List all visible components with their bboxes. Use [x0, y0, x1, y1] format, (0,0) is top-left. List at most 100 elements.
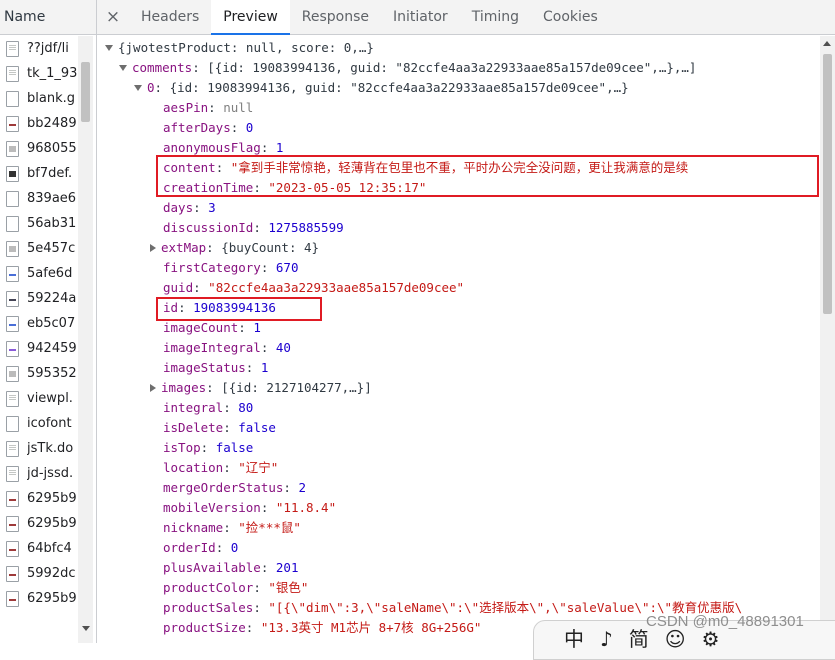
- request-list-item[interactable]: 6295b9: [0, 511, 78, 536]
- preview-scrollbar[interactable]: [820, 36, 835, 643]
- tab-headers[interactable]: Headers: [129, 0, 211, 34]
- request-list-item[interactable]: ??jdf/li: [0, 36, 78, 61]
- tab-preview[interactable]: Preview: [211, 0, 290, 35]
- request-list-item[interactable]: 595352: [0, 361, 78, 386]
- expand-triangle-icon[interactable]: [105, 44, 113, 51]
- ime-punctuation-icon[interactable]: ♪: [600, 627, 613, 651]
- tree-row-plusAvailable[interactable]: plusAvailable: 201: [163, 558, 298, 578]
- request-list-scroll-thumb[interactable]: [81, 62, 90, 122]
- request-list-item[interactable]: 968055: [0, 136, 78, 161]
- ime-simplified-icon[interactable]: 简: [629, 627, 649, 651]
- request-list-item[interactable]: icofont: [0, 411, 78, 436]
- request-list-item[interactable]: bb2489: [0, 111, 78, 136]
- tab-initiator[interactable]: Initiator: [381, 0, 460, 34]
- tree-row-images[interactable]: images: [{id: 2127104277,…}]: [150, 378, 372, 398]
- tab-response[interactable]: Response: [290, 0, 381, 34]
- preview-scroll-thumb[interactable]: [823, 54, 832, 314]
- tree-row-isDelete[interactable]: isDelete: false: [163, 418, 276, 438]
- tree-key: extMap: [161, 240, 207, 255]
- ime-settings-icon[interactable]: ⚙: [702, 627, 720, 651]
- request-list-item[interactable]: 5992dc: [0, 561, 78, 586]
- tree-value: 201: [275, 560, 299, 575]
- ime-emoji-icon[interactable]: ☺: [665, 627, 686, 651]
- request-list-item[interactable]: tk_1_93: [0, 61, 78, 86]
- tree-row-afterDays[interactable]: afterDays: 0: [163, 118, 253, 138]
- request-list-item[interactable]: 56ab31: [0, 211, 78, 236]
- request-name: 64bfc4: [27, 541, 72, 556]
- file-icon: [6, 290, 19, 307]
- tree-row-discussionId[interactable]: discussionId: 1275885599: [163, 218, 344, 238]
- tree-row-productColor[interactable]: productColor: "银色": [163, 578, 308, 598]
- tree-key: content: [163, 160, 216, 175]
- tree-key: firstCategory: [163, 260, 261, 275]
- tree-row-orderId[interactable]: orderId: 0: [163, 538, 238, 558]
- tab-timing[interactable]: Timing: [460, 0, 531, 34]
- tree-key: comments: [132, 60, 193, 75]
- tree-row-extMap[interactable]: extMap: {buyCount: 4}: [150, 238, 319, 258]
- expand-triangle-icon[interactable]: [119, 64, 127, 71]
- request-list-item[interactable]: 839ae6: [0, 186, 78, 211]
- tree-key: productColor: [163, 580, 254, 595]
- request-list-item[interactable]: viewpl.: [0, 386, 78, 411]
- file-icon: [6, 90, 19, 107]
- file-icon: [6, 540, 19, 557]
- tree-row-guid[interactable]: guid: "82ccfe4aa3a22933aae85a157de09cee": [163, 278, 464, 298]
- tree-value: 19083994136: [193, 300, 276, 315]
- request-list-item[interactable]: jd-jssd.: [0, 461, 78, 486]
- file-icon: [6, 140, 19, 157]
- request-list-item[interactable]: 942459: [0, 336, 78, 361]
- close-icon[interactable]: ×: [97, 0, 129, 34]
- collapse-triangle-icon[interactable]: [150, 243, 156, 252]
- tree-row-id[interactable]: id: 19083994136: [163, 298, 276, 318]
- tree-value: 1275885599: [268, 220, 344, 235]
- file-icon: [6, 65, 19, 82]
- request-list-item[interactable]: eb5c07: [0, 311, 78, 336]
- tree-row-aesPin[interactable]: aesPin: null: [163, 98, 253, 118]
- request-list-item[interactable]: 6295b9: [0, 486, 78, 511]
- request-list-scrollbar[interactable]: [78, 36, 93, 643]
- tree-key: nickname: [163, 520, 224, 535]
- tree-row-mergeOrderStatus[interactable]: mergeOrderStatus: 2: [163, 478, 306, 498]
- tree-row-firstCategory[interactable]: firstCategory: 670: [163, 258, 298, 278]
- name-column-header[interactable]: Name: [0, 0, 96, 35]
- request-name: tk_1_93: [27, 66, 78, 81]
- request-list-item[interactable]: blank.g: [0, 86, 78, 111]
- tree-row-item-0[interactable]: 0: {id: 19083994136, guid: "82ccfe4aa3a2…: [134, 78, 629, 98]
- tree-row-comments[interactable]: comments: [{id: 19083994136, guid: "82cc…: [119, 58, 696, 78]
- request-list-item[interactable]: 64bfc4: [0, 536, 78, 561]
- scroll-down-arrow-icon[interactable]: [82, 626, 90, 631]
- tree-row-location[interactable]: location: "辽宁": [163, 458, 278, 478]
- tree-value: null: [223, 100, 254, 115]
- file-icon: [6, 490, 19, 507]
- tree-root-row[interactable]: {jwotestProduct: null, score: 0,…}: [105, 38, 374, 58]
- tree-key: productSize: [163, 620, 246, 635]
- tree-row-imageCount[interactable]: imageCount: 1: [163, 318, 261, 338]
- tree-value: "辽宁": [238, 460, 279, 475]
- tree-row-imageIntegral[interactable]: imageIntegral: 40: [163, 338, 291, 358]
- file-icon: [6, 590, 19, 607]
- request-list-item[interactable]: bf7def.: [0, 161, 78, 186]
- collapse-triangle-icon[interactable]: [150, 383, 156, 392]
- tree-row-mobileVersion[interactable]: mobileVersion: "11.8.4": [163, 498, 336, 518]
- tree-row-productSize[interactable]: productSize: "13.3英寸 M1芯片 8+7核 8G+256G": [163, 618, 481, 638]
- request-name: 595352: [27, 366, 77, 381]
- tree-row-anonymousFlag[interactable]: anonymousFlag: 1: [163, 138, 283, 158]
- tree-row-nickname[interactable]: nickname: "捡***鼠": [163, 518, 301, 538]
- ime-chinese-icon[interactable]: 中: [564, 627, 584, 651]
- request-list-item[interactable]: 5e457c: [0, 236, 78, 261]
- request-list-item[interactable]: 59224a: [0, 286, 78, 311]
- tree-row-content[interactable]: content: "拿到手非常惊艳，轻薄背在包里也不重，平时办公完全没问题，更让…: [163, 158, 688, 178]
- expand-triangle-icon[interactable]: [134, 84, 142, 91]
- tree-key: 0: [147, 80, 155, 95]
- request-list-item[interactable]: 5afe6d: [0, 261, 78, 286]
- request-list-item[interactable]: 6295b9: [0, 586, 78, 611]
- tab-cookies[interactable]: Cookies: [531, 0, 610, 34]
- scroll-up-arrow-icon[interactable]: [823, 41, 831, 46]
- request-list-item[interactable]: jsTk.do: [0, 436, 78, 461]
- tree-row-imageStatus[interactable]: imageStatus: 1: [163, 358, 268, 378]
- tree-row-creationTime[interactable]: creationTime: "2023-05-05 12:35:17": [163, 178, 426, 198]
- tree-key: aesPin: [163, 100, 209, 115]
- tree-row-integral[interactable]: integral: 80: [163, 398, 253, 418]
- tree-row-isTop[interactable]: isTop: false: [163, 438, 253, 458]
- tree-row-days[interactable]: days: 3: [163, 198, 216, 218]
